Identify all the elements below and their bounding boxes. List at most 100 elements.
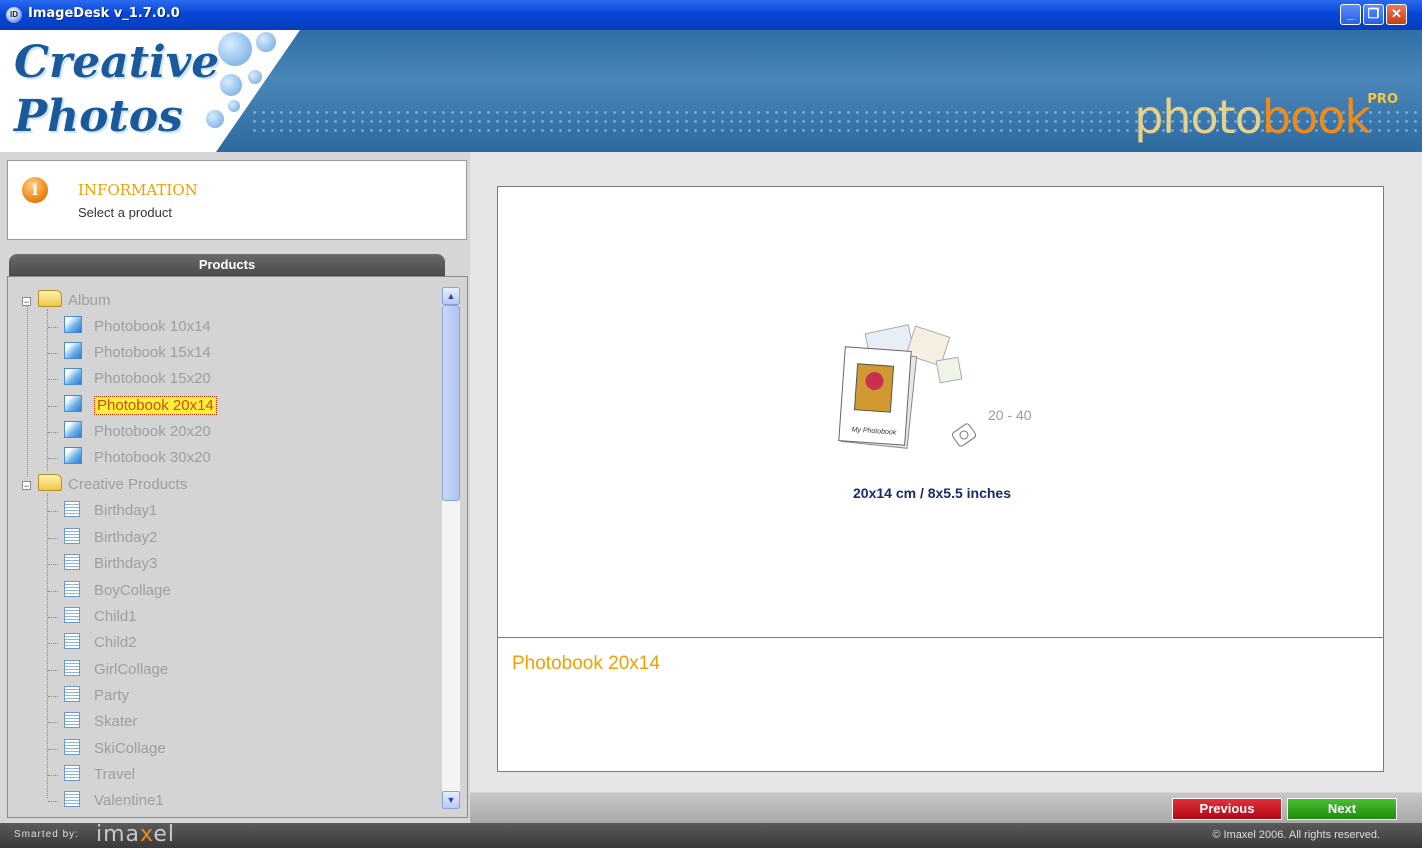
tree-item-label: Party	[94, 687, 130, 704]
imaxel-logo-x: x	[140, 822, 154, 847]
photobook-icon	[64, 421, 82, 438]
scroll-up-button[interactable]: ▲	[442, 287, 460, 305]
collapse-icon[interactable]: −	[22, 481, 31, 491]
tree-connector	[48, 801, 58, 802]
tree-connector	[48, 696, 58, 697]
template-icon	[64, 765, 80, 781]
tree-connector	[48, 432, 58, 433]
tree-connector	[48, 670, 58, 671]
info-icon: i	[22, 177, 48, 203]
tree-group-label: Album	[68, 292, 111, 309]
product-name: Photobook 20x14	[512, 653, 660, 674]
tree-item-label: SkiCollage	[94, 740, 166, 757]
tree-connector	[48, 643, 58, 644]
tree-item-label: BoyCollage	[94, 582, 171, 599]
template-icon	[64, 660, 80, 676]
tree-connector	[48, 775, 58, 776]
camera-icon	[951, 423, 977, 447]
tree-item-label: Photobook 20x20	[94, 423, 211, 440]
template-icon	[64, 791, 80, 807]
tree-group-creative-products[interactable]: − Creative Products	[22, 473, 187, 497]
tree-item[interactable]: Photobook 30x20	[48, 446, 211, 470]
minimize-button[interactable]: _	[1340, 4, 1361, 25]
information-title: INFORMATION	[78, 181, 198, 199]
tree-connector	[48, 406, 58, 407]
folder-icon	[38, 290, 62, 307]
template-icon	[64, 712, 80, 728]
restore-button[interactable]: ❐	[1363, 4, 1384, 25]
tree-connector	[48, 591, 58, 592]
photobook-icon	[64, 447, 82, 464]
tree-item[interactable]: Birthday1	[48, 499, 157, 523]
tree-item-label: Birthday2	[94, 529, 158, 546]
panel-divider	[498, 637, 1383, 638]
products-tree[interactable]: − Album Photobook 10x14 Photobook 15x14 …	[7, 276, 468, 818]
product-preview-panel: My Photobook 20 - 40 20x14 cm / 8x5.5 in…	[497, 186, 1384, 772]
header-banner: Creative Photos photobook PRO	[0, 30, 1422, 152]
tree-connector	[48, 538, 58, 539]
bubble-decoration	[206, 110, 224, 128]
tree-item-label: Valentine1	[94, 792, 164, 809]
tree-item-label: Birthday1	[94, 502, 158, 519]
tree-connector	[48, 511, 58, 512]
photobook-logo: photobook	[1134, 90, 1371, 144]
tree-item[interactable]: Child1	[48, 605, 137, 629]
photobook-logo-photo: photo	[1134, 90, 1263, 144]
tree-item[interactable]: BoyCollage	[48, 579, 171, 603]
photobook-logo-book: book	[1261, 90, 1371, 144]
tree-item-label: Photobook 30x20	[94, 449, 211, 466]
template-icon	[64, 581, 80, 597]
bubble-decoration	[248, 70, 262, 84]
tree-item[interactable]: SkiCollage	[48, 737, 166, 761]
next-button[interactable]: Next	[1287, 798, 1397, 820]
tree-item-label: Birthday3	[94, 555, 158, 572]
tree-connector	[48, 749, 58, 750]
tree-scrollbar[interactable]: ▲ ▼	[442, 287, 460, 809]
tree-connector	[48, 327, 58, 328]
imaxel-logo-part1: ima	[96, 822, 141, 847]
tree-item[interactable]: Photobook 15x20	[48, 367, 211, 391]
imaxel-logo-part2: el	[153, 822, 176, 847]
previous-button[interactable]: Previous	[1172, 798, 1282, 820]
page-range: 20 - 40	[988, 407, 1032, 423]
tree-item[interactable]: GirlCollage	[48, 658, 168, 682]
information-subtitle: Select a product	[78, 205, 172, 220]
tree-connector	[48, 353, 58, 354]
app-icon[interactable]: ID	[6, 7, 22, 23]
window-titlebar: ID ImageDesk v_1.7.0.0 _ ❐ ✕	[0, 0, 1422, 30]
scroll-thumb[interactable]	[442, 305, 460, 501]
product-size-caption: 20x14 cm / 8x5.5 inches	[853, 485, 1011, 501]
tree-item-label: Travel	[94, 766, 136, 783]
tree-group-album[interactable]: − Album	[22, 289, 111, 313]
tree-item[interactable]: Skater	[48, 710, 137, 734]
tree-connector	[48, 617, 58, 618]
tree-item[interactable]: Party	[48, 684, 129, 708]
photobook-icon	[64, 368, 82, 385]
tree-item[interactable]: Photobook 20x20	[48, 420, 211, 444]
imaxel-logo: imaxel	[96, 823, 175, 847]
footer: Smarted by: imaxel © Imaxel 2006. All ri…	[0, 823, 1422, 848]
scroll-down-button[interactable]: ▼	[442, 791, 460, 809]
tree-item[interactable]: Photobook 15x14	[48, 341, 211, 365]
template-icon	[64, 607, 80, 623]
tree-connector	[48, 379, 58, 380]
photobook-illustration: My Photobook	[838, 324, 977, 449]
tree-connector	[27, 297, 28, 477]
tree-item[interactable]: Photobook 10x14	[48, 315, 211, 339]
tree-item-selected[interactable]: Photobook 20x14	[48, 394, 217, 418]
tree-item[interactable]: Birthday3	[48, 552, 157, 576]
tree-connector	[48, 722, 58, 723]
creative-photos-logo-line1: Creative	[14, 37, 220, 88]
bubble-decoration	[218, 32, 252, 66]
collapse-icon[interactable]: −	[22, 297, 31, 307]
tree-item[interactable]: Travel	[48, 763, 135, 787]
tree-item[interactable]: Valentine1	[48, 789, 164, 813]
tree-item-label: Photobook 10x14	[94, 318, 211, 335]
products-header: Products	[9, 254, 445, 276]
template-icon	[64, 501, 80, 517]
tree-connector	[48, 564, 58, 565]
close-button[interactable]: ✕	[1386, 4, 1407, 25]
tree-item-label: Photobook 20x14	[94, 396, 217, 415]
tree-item[interactable]: Child2	[48, 631, 137, 655]
tree-item[interactable]: Birthday2	[48, 526, 157, 550]
